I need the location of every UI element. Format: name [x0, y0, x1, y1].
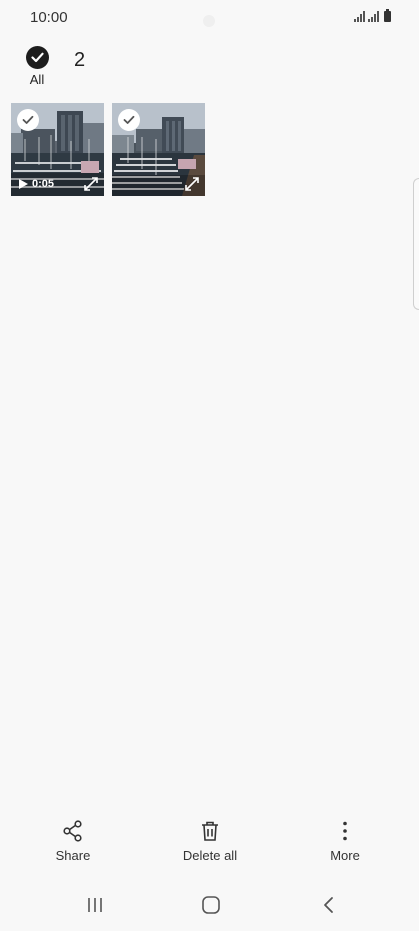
- signal-icon: [354, 11, 365, 22]
- more-label: More: [330, 848, 360, 863]
- signal-icon: [368, 11, 379, 22]
- edge-panel-handle[interactable]: [413, 178, 419, 310]
- status-time: 10:00: [30, 9, 68, 26]
- video-duration: 0:05: [32, 178, 55, 190]
- expand-icon[interactable]: [185, 177, 199, 191]
- status-icons: [354, 9, 391, 22]
- delete-all-button[interactable]: Delete all: [175, 820, 245, 863]
- check-icon[interactable]: [118, 109, 140, 131]
- select-all-label: All: [29, 72, 45, 87]
- check-circle-icon: [25, 46, 49, 69]
- expand-icon[interactable]: [84, 177, 98, 191]
- back-button[interactable]: [309, 893, 349, 917]
- status-bar: 10:00: [0, 0, 419, 36]
- media-thumbnail-video[interactable]: 0:05: [11, 103, 104, 196]
- play-icon: [19, 179, 28, 189]
- home-button[interactable]: [191, 893, 231, 917]
- more-button[interactable]: More: [322, 820, 368, 863]
- check-icon[interactable]: [17, 109, 39, 131]
- delete-all-label: Delete all: [182, 848, 238, 863]
- trash-icon: [202, 821, 218, 841]
- select-all-toggle[interactable]: All: [22, 46, 52, 87]
- battery-icon: [384, 9, 391, 22]
- camera-cutout: [203, 15, 215, 27]
- back-icon: [324, 897, 333, 913]
- share-label: Share: [55, 848, 91, 863]
- recent-apps-button[interactable]: [75, 893, 115, 917]
- navigation-bar: [0, 885, 419, 925]
- selected-count: 2: [74, 49, 86, 71]
- recent-apps-icon: [88, 898, 102, 912]
- video-duration-badge: 0:05: [19, 178, 54, 190]
- more-vertical-icon: [343, 821, 347, 841]
- action-bar: Share Delete all More: [0, 820, 419, 876]
- media-thumbnail-image[interactable]: [112, 103, 205, 196]
- share-icon: [63, 820, 82, 842]
- home-icon: [202, 896, 220, 914]
- share-button[interactable]: Share: [50, 820, 96, 863]
